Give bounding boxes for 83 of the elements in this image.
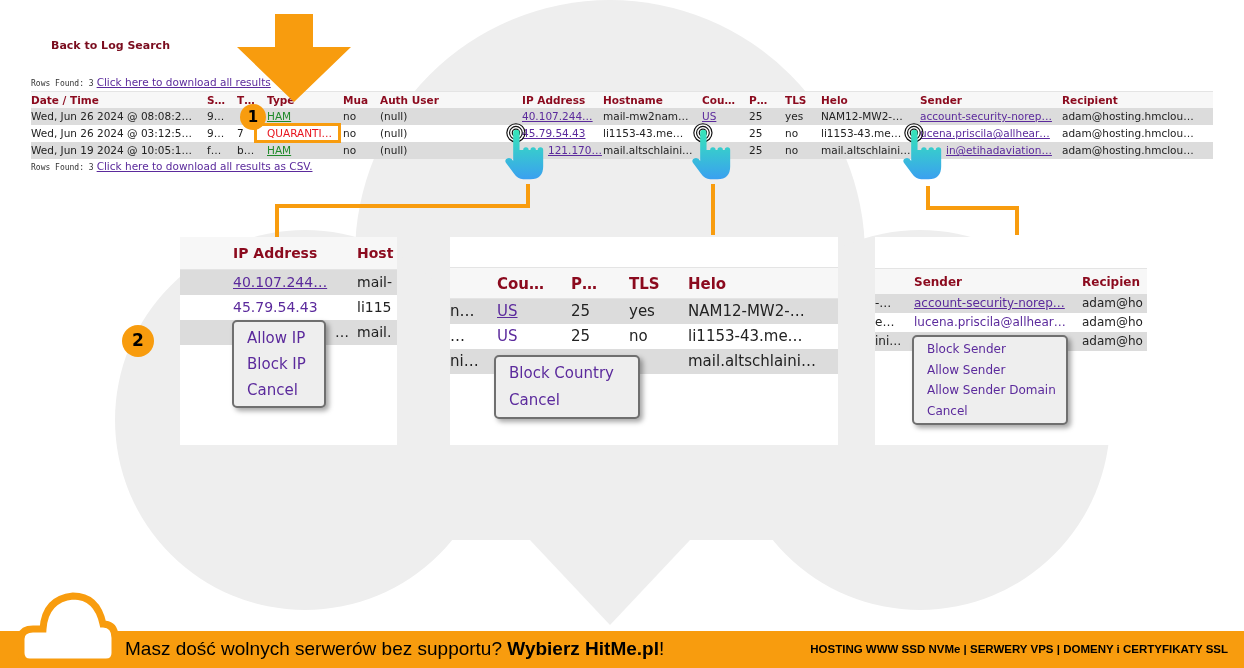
services-text: HOSTING WWW SSD NVMe | SERWERY VPS | DOMENY i CERTYFIKATY SSL [810, 641, 1228, 657]
promo-text: Masz dość wolnych serwerów bez supportu? Wybierz HitMe.pl! [125, 637, 665, 662]
column-header: Host [357, 237, 397, 270]
table-cell: li1153-43.me… [603, 125, 702, 143]
table-cell: -… [875, 294, 914, 313]
rows-found-label: Rows Found: 3 [31, 162, 94, 175]
download-csv-link[interactable]: Click here to download all results [96, 74, 271, 91]
table-cell: b… [237, 142, 267, 160]
table-cell: no [343, 108, 380, 126]
table-cell: NAM12-MW2-… [821, 108, 920, 126]
table-cell: ini… [875, 332, 914, 351]
table-cell: 25 [749, 108, 785, 126]
menu-item[interactable]: Allow Sender [927, 359, 1006, 380]
column-header: Recipien [1082, 268, 1147, 294]
column-header: Auth User [380, 91, 522, 109]
table-cell: US [497, 299, 571, 324]
column-header: S… [207, 91, 237, 109]
table-cell: 40.107.244… [233, 270, 357, 295]
column-header: Sender [920, 91, 1062, 109]
table-cell: mail.altschlaini… [821, 142, 920, 160]
table-cell: adam@ho [1082, 332, 1147, 351]
menu-item[interactable]: Block Country [509, 360, 614, 387]
table-cell: account-security-norep… [914, 294, 1082, 313]
menu-item[interactable]: Block IP [247, 351, 306, 377]
table-cell: 25 [571, 299, 629, 324]
download-csv-link[interactable]: Click here to download all results as CSV. [96, 159, 313, 175]
table-cell: ni… [450, 349, 497, 374]
table-cell: (null) [380, 142, 522, 160]
table-cell [180, 320, 233, 345]
table-cell: mail-mw2nam… [603, 108, 702, 126]
table-cell: (null) [380, 125, 522, 143]
table-cell: mail.altschlaini… [603, 142, 702, 160]
table-cell: mail- [357, 270, 397, 295]
table-cell: 25 [749, 142, 785, 160]
column-header: Date / Time [31, 91, 207, 109]
column-header: Mua [343, 91, 380, 109]
table-cell: account-security-norep… [920, 108, 1062, 126]
menu-item[interactable]: Cancel [927, 400, 968, 421]
column-header: TLS [629, 267, 688, 299]
column-header: TLS [785, 91, 821, 109]
rows-found-label: Rows Found: 3 [31, 77, 94, 90]
table-cell: (null) [380, 108, 522, 126]
column-header: IP Address [522, 91, 603, 109]
table-cell: US [702, 108, 749, 126]
table-cell: 9… [207, 108, 237, 126]
table-cell: no [785, 142, 821, 160]
table-cell: adam@ho [1082, 294, 1147, 313]
column-header: Sender [914, 268, 1082, 294]
table-cell: no [343, 142, 380, 160]
table-cell: Wed, Jun 26 2024 @ 08:08:2… [31, 108, 207, 126]
step-badge: 2 [122, 325, 154, 357]
column-header: Hostname [603, 91, 702, 109]
table-cell: 40.107.244… [522, 108, 603, 126]
menu-item[interactable]: Block Sender [927, 339, 1006, 360]
column-header: Cou… [702, 91, 749, 109]
column-header: P… [749, 91, 785, 109]
table-cell: mail. [357, 320, 397, 345]
table-cell: 25 [749, 125, 785, 143]
table-cell: no [785, 125, 821, 143]
column-header: P… [571, 267, 629, 299]
connector-line [711, 184, 715, 235]
table-cell: n… [450, 299, 497, 324]
table-cell: yes [785, 108, 821, 126]
column-header: Recipient [1062, 91, 1213, 109]
column-header: T… [237, 91, 267, 109]
table-cell: yes [629, 299, 688, 324]
table-header-cell [180, 237, 233, 270]
menu-item[interactable]: Allow Sender Domain [927, 380, 1056, 401]
table-cell: adam@hosting.hmclou… [1062, 142, 1213, 160]
pointing-hand-icon [692, 120, 732, 182]
menu-item[interactable]: Cancel [509, 387, 560, 414]
table-cell: adam@hosting.hmclou… [1062, 108, 1213, 126]
column-header: Cou… [497, 267, 571, 299]
table-cell [180, 270, 233, 295]
column-header: Helo [821, 91, 920, 109]
menu-item[interactable]: Cancel [247, 377, 298, 403]
table-cell: Wed, Jun 19 2024 @ 10:05:1… [31, 142, 207, 160]
column-header: IP Address [233, 237, 357, 270]
table-cell: mail.altschlaini… [688, 349, 838, 374]
table-cell: NAM12-MW2-… [688, 299, 838, 324]
column-header: Helo [688, 267, 838, 299]
table-cell: f… [207, 142, 237, 160]
back-link[interactable]: Back to Log Search [51, 38, 170, 55]
